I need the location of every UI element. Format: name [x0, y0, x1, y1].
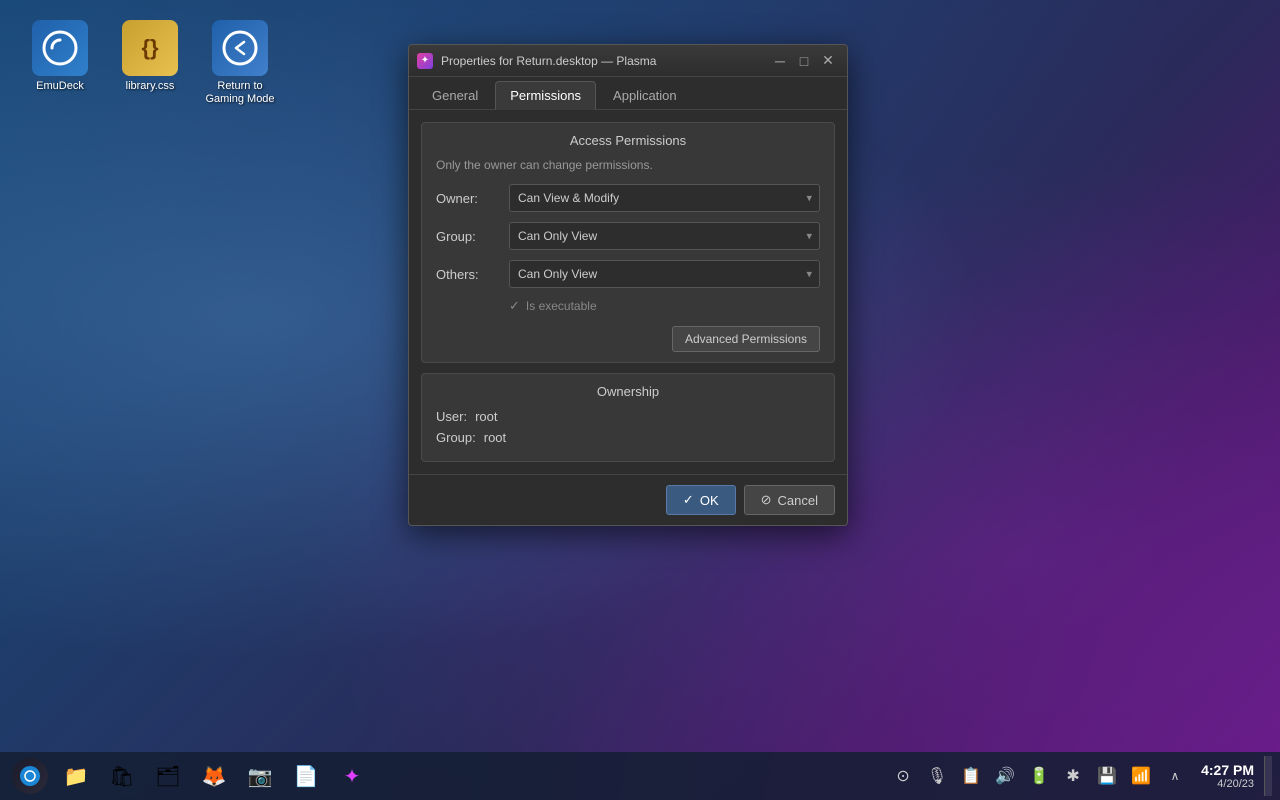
library-css-label: library.css [126, 80, 175, 93]
library-css-icon: {} [122, 20, 178, 76]
emudeck-icon [32, 20, 88, 76]
storage-icon[interactable]: 💾 [1091, 756, 1123, 796]
check-icon: ✓ [509, 298, 520, 314]
taskbar-steam-deck[interactable] [8, 756, 52, 796]
taskbar-firefox[interactable]: 🦊 [192, 756, 236, 796]
files-icon: 🗂 [155, 764, 180, 789]
advanced-permissions-button[interactable]: Advanced Permissions [672, 326, 820, 352]
tab-general[interactable]: General [417, 81, 493, 109]
group-select[interactable]: Can View & Modify Can Only View Forbidde… [509, 222, 820, 250]
dialog-content: Access Permissions Only the owner can ch… [409, 110, 847, 474]
desktop-icon-return-gaming[interactable]: Return to Gaming Mode [200, 20, 280, 106]
others-label: Others: [436, 267, 501, 282]
notes-icon: 📄 [294, 764, 319, 789]
owner-row: Owner: Can View & Modify Can Only View F… [436, 184, 820, 212]
access-permissions-title: Access Permissions [436, 133, 820, 148]
battery-icon[interactable]: 🔋 [1023, 756, 1055, 796]
group-label: Group: [436, 229, 501, 244]
steam-deck-icon [12, 758, 48, 794]
title-bar: ✦ Properties for Return.desktop — Plasma… [409, 45, 847, 77]
audio-setup-icon[interactable]: 🎙 [921, 756, 953, 796]
ownership-group-label: Group: [436, 430, 476, 445]
steam-tray-icon[interactable]: ⊙ [887, 756, 919, 796]
dialog-title: Properties for Return.desktop — Plasma [441, 54, 769, 68]
ownership-user-row: User: root [436, 409, 820, 424]
taskbar-file-manager[interactable]: 📁 [54, 756, 98, 796]
taskbar-files[interactable]: 🗂 [146, 756, 190, 796]
minimize-button[interactable]: ─ [769, 50, 791, 72]
tab-application[interactable]: Application [598, 81, 692, 109]
ownership-panel: Ownership User: root Group: root [421, 373, 835, 462]
bluetooth-icon[interactable]: ✱ [1057, 756, 1089, 796]
group-row: Group: Can View & Modify Can Only View F… [436, 222, 820, 250]
clipboard-icon[interactable]: 📋 [955, 756, 987, 796]
taskbar: 📁 🛍 🗂 🦊 📷 📄 ✦ ⊙ 🎙 📋 🔊 🔋 ✱ 💾 [0, 752, 1280, 800]
ownership-user-label: User: [436, 409, 467, 424]
cancel-icon: ⊘ [761, 492, 772, 508]
desktop-icon-library-css[interactable]: {} library.css [110, 20, 190, 106]
plasma-icon: ✦ [344, 764, 361, 789]
cancel-label: Cancel [778, 493, 818, 508]
owner-label: Owner: [436, 191, 501, 206]
tab-permissions[interactable]: Permissions [495, 81, 596, 110]
taskbar-plasma[interactable]: ✦ [330, 756, 374, 796]
volume-icon[interactable]: 🔊 [989, 756, 1021, 796]
expand-tray-icon[interactable]: ∧ [1159, 756, 1191, 796]
dialog-footer: ✓ OK ⊘ Cancel [409, 474, 847, 525]
ownership-group-row: Group: root [436, 430, 820, 445]
emudeck-label: EmuDeck [36, 80, 84, 93]
taskbar-notes[interactable]: 📄 [284, 756, 328, 796]
tab-bar: General Permissions Application [409, 77, 847, 110]
others-row: Others: Can View & Modify Can Only View … [436, 260, 820, 288]
dialog-icon: ✦ [417, 53, 433, 69]
clock-time: 4:27 PM [1201, 762, 1254, 778]
close-button[interactable]: ✕ [817, 50, 839, 72]
properties-dialog: ✦ Properties for Return.desktop — Plasma… [408, 44, 848, 526]
recorder-icon: 📷 [248, 764, 273, 789]
owner-select[interactable]: Can View & Modify Can Only View Forbidde… [509, 184, 820, 212]
desktop-icon-emudeck[interactable]: EmuDeck [20, 20, 100, 106]
return-gaming-label: Return to Gaming Mode [205, 80, 274, 106]
group-select-wrapper: Can View & Modify Can Only View Forbidde… [509, 222, 820, 250]
ok-check-icon: ✓ [683, 492, 694, 508]
permissions-note: Only the owner can change permissions. [436, 158, 820, 172]
cancel-button[interactable]: ⊘ Cancel [744, 485, 835, 515]
clock-date: 4/20/23 [1217, 778, 1254, 790]
ownership-user-value: root [475, 409, 497, 424]
others-select[interactable]: Can View & Modify Can Only View Forbidde… [509, 260, 820, 288]
executable-label: Is executable [526, 299, 597, 313]
firefox-icon: 🦊 [202, 764, 227, 789]
desktop: EmuDeck {} library.css Return to Gaming … [0, 0, 1280, 800]
ok-button[interactable]: ✓ OK [666, 485, 736, 515]
others-select-wrapper: Can View & Modify Can Only View Forbidde… [509, 260, 820, 288]
owner-select-wrapper: Can View & Modify Can Only View Forbidde… [509, 184, 820, 212]
network-icon[interactable]: 📶 [1125, 756, 1157, 796]
taskbar-discover[interactable]: 🛍 [100, 756, 144, 796]
taskbar-recorder[interactable]: 📷 [238, 756, 282, 796]
executable-row: ✓ Is executable [436, 298, 820, 314]
advanced-btn-row: Advanced Permissions [436, 326, 820, 352]
window-controls: ─ □ ✕ [769, 50, 839, 72]
desktop-icon-area: EmuDeck {} library.css Return to Gaming … [0, 0, 300, 126]
maximize-button[interactable]: □ [793, 50, 815, 72]
return-gaming-icon [212, 20, 268, 76]
file-manager-icon: 📁 [64, 764, 89, 789]
ownership-title: Ownership [436, 384, 820, 399]
ownership-group-value: root [484, 430, 506, 445]
discover-icon: 🛍 [109, 764, 134, 789]
show-desktop-button[interactable] [1264, 756, 1272, 796]
system-tray: ⊙ 🎙 📋 🔊 🔋 ✱ 💾 📶 ∧ [887, 756, 1191, 796]
clock[interactable]: 4:27 PM 4/20/23 [1193, 762, 1262, 790]
access-permissions-panel: Access Permissions Only the owner can ch… [421, 122, 835, 363]
ok-label: OK [700, 493, 719, 508]
